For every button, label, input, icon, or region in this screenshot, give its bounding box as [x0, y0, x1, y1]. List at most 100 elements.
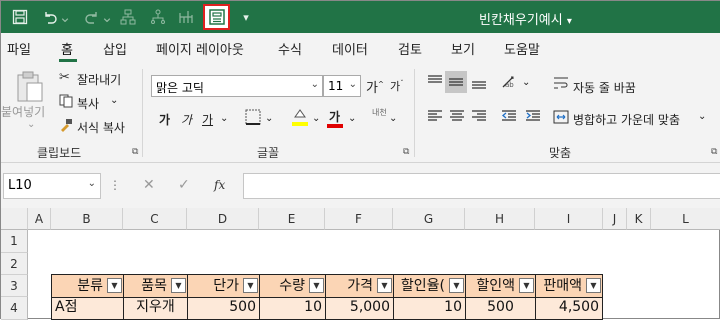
column-header[interactable]: B [51, 208, 123, 230]
wrap-text-icon[interactable] [553, 75, 569, 94]
tab-formulas[interactable]: 수식 [278, 39, 302, 58]
filter-dropdown-icon[interactable]: ▼ [377, 278, 392, 293]
paste-icon[interactable] [15, 71, 45, 107]
cut-button[interactable]: 잘라내기 [77, 71, 121, 88]
paste-dropdown-icon[interactable]: ⌄ [27, 119, 35, 130]
column-header[interactable]: L [651, 208, 720, 230]
document-title[interactable]: 빈칸채우기예시 ▾ [479, 9, 572, 28]
tab-home[interactable]: 홈 [61, 39, 73, 58]
cancel-icon[interactable]: ✕ [143, 177, 155, 193]
underline-dropdown-icon[interactable]: ⌄ [220, 113, 228, 124]
merge-center-icon[interactable] [553, 109, 569, 129]
table-cell[interactable]: 10 [393, 297, 466, 320]
tab-review[interactable]: 검토 [398, 39, 422, 58]
row-header[interactable]: 2 [1, 253, 28, 275]
increase-indent-icon[interactable] [525, 109, 541, 127]
table-cell[interactable]: A점 [51, 297, 124, 320]
column-header[interactable]: F [325, 208, 393, 230]
undo-icon[interactable] [39, 6, 61, 28]
merge-dropdown-icon[interactable]: ⌄ [698, 111, 706, 122]
form-icon[interactable] [206, 6, 228, 28]
table-header-cell[interactable]: 가격 ▼ [325, 274, 394, 298]
copy-dropdown-icon[interactable]: ⌄ [110, 95, 118, 106]
paste-button[interactable]: 붙여넣기 [1, 103, 45, 120]
filter-dropdown-icon[interactable]: ▼ [586, 278, 601, 293]
table-header-cell[interactable]: 수량 ▼ [259, 274, 326, 298]
table-header-cell[interactable]: 판매액 ▼ [535, 274, 603, 298]
border-icon[interactable] [245, 109, 261, 129]
tab-file[interactable]: 파일 [7, 39, 31, 58]
table-cell[interactable]: 5,000 [325, 297, 394, 320]
underline-button[interactable]: 가 [202, 111, 213, 128]
row-header[interactable]: 4 [1, 297, 28, 320]
filter-dropdown-icon[interactable]: ▼ [107, 278, 122, 293]
orientation-icon[interactable]: ab [501, 75, 521, 93]
table-header-cell[interactable]: 할인율(▼ [393, 274, 466, 298]
orientation-dropdown-icon[interactable]: ⌄ [522, 77, 530, 88]
table-header-cell[interactable]: 단가 ▼ [187, 274, 260, 298]
shrink-font-button[interactable]: 가ˇ [390, 78, 404, 94]
insert-function-icon[interactable]: fx [214, 178, 225, 192]
filter-dropdown-icon[interactable]: ▼ [171, 278, 186, 293]
align-top-icon[interactable] [427, 75, 443, 93]
table-header-cell[interactable]: 분류 ▼ [51, 274, 124, 298]
align-center-icon[interactable] [449, 109, 465, 127]
table-cell[interactable]: 500 [465, 297, 536, 320]
fill-color-icon[interactable] [291, 107, 309, 131]
align-middle-button[interactable] [445, 71, 467, 93]
alignment-launcher-icon[interactable]: ⧉ [711, 147, 717, 157]
font-color-dropdown-icon[interactable]: ⌄ [348, 113, 356, 124]
hierarchy-icon[interactable] [175, 6, 197, 28]
phonetic-button[interactable]: 내천 [372, 107, 387, 118]
formula-options-icon[interactable]: ⋮ [109, 178, 121, 192]
column-header[interactable]: G [393, 208, 465, 230]
row-header[interactable]: 1 [1, 230, 28, 253]
italic-button[interactable]: 가 [181, 111, 192, 128]
copy-button[interactable]: 복사 [77, 95, 99, 112]
redo-icon[interactable] [81, 6, 103, 28]
table-cell[interactable]: 10 [259, 297, 326, 320]
tab-view[interactable]: 보기 [451, 39, 475, 58]
font-name-select[interactable]: 맑은 고딕 ⌄ [151, 75, 323, 97]
font-color-button[interactable]: 가 [329, 108, 340, 125]
format-painter-button[interactable]: 서식 복사 [77, 119, 125, 136]
merge-center-button[interactable]: 병합하고 가운데 맞춤 [573, 111, 680, 128]
column-header[interactable]: C [123, 208, 187, 230]
column-header[interactable]: D [187, 208, 259, 230]
align-right-icon[interactable] [471, 109, 487, 127]
tree-icon[interactable] [147, 6, 169, 28]
filter-dropdown-icon[interactable]: ▼ [243, 278, 258, 293]
column-header[interactable]: I [535, 208, 603, 230]
bold-button[interactable]: 가 [159, 111, 170, 128]
filter-dropdown-icon[interactable]: ▼ [519, 278, 534, 293]
wrap-text-button[interactable]: 자동 줄 바꿈 [573, 79, 636, 96]
formula-input[interactable] [243, 173, 720, 199]
column-header[interactable]: E [259, 208, 325, 230]
column-header[interactable]: K [627, 208, 651, 230]
tab-page-layout[interactable]: 페이지 레이아웃 [156, 39, 244, 58]
fill-color-dropdown-icon[interactable]: ⌄ [312, 113, 320, 124]
table-cell[interactable]: 500 [187, 297, 260, 320]
org-chart-icon[interactable] [117, 6, 139, 28]
border-dropdown-icon[interactable]: ⌄ [265, 113, 273, 124]
table-cell[interactable]: 지우개 [123, 297, 188, 320]
filter-dropdown-icon[interactable]: ▼ [309, 278, 324, 293]
align-bottom-icon[interactable] [471, 75, 487, 93]
tab-help[interactable]: 도움말 [504, 39, 540, 58]
column-header[interactable]: J [603, 208, 627, 230]
enter-icon[interactable]: ✓ [178, 177, 190, 193]
table-cell[interactable]: 4,500 [535, 297, 603, 320]
select-all-corner[interactable] [1, 208, 28, 230]
align-left-icon[interactable] [427, 109, 443, 127]
tab-data[interactable]: 데이터 [332, 39, 368, 58]
phonetic-dropdown-icon[interactable]: ⌄ [389, 113, 397, 124]
font-size-select[interactable]: 11 ⌄ [323, 75, 361, 97]
clipboard-launcher-icon[interactable]: ⧉ [132, 147, 138, 157]
grow-font-button[interactable]: 가^ [366, 77, 384, 96]
redo-dropdown-icon[interactable]: ⌄ [101, 6, 114, 28]
column-header[interactable]: H [465, 208, 535, 230]
decrease-indent-icon[interactable] [501, 109, 517, 127]
column-header[interactable]: A [28, 208, 51, 230]
tab-insert[interactable]: 삽입 [103, 39, 127, 58]
table-header-cell[interactable]: 품목 ▼ [123, 274, 188, 298]
